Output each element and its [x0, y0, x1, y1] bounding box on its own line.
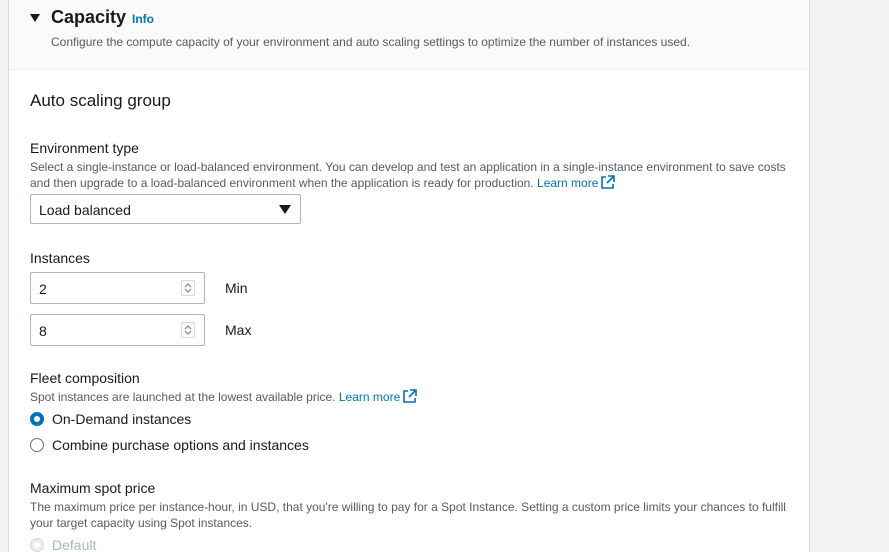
radio-button-disabled[interactable] — [30, 538, 44, 552]
radio-button[interactable] — [30, 438, 44, 452]
environment-type-help: Select a single-instance or load-balance… — [30, 159, 790, 191]
learn-more-text[interactable]: Learn more — [537, 176, 598, 190]
environment-type-select[interactable]: Load balanced — [30, 194, 301, 224]
environment-type-learn-more-link[interactable]: Learn more — [537, 175, 616, 190]
caret-down-icon[interactable] — [30, 13, 40, 23]
instances-label: Instances — [30, 250, 90, 266]
fleet-learn-more-link[interactable]: Learn more — [339, 389, 418, 404]
instances-min-label: Min — [225, 280, 248, 296]
capacity-panel: Capacity Info Configure the compute capa… — [8, 0, 810, 552]
radio-default-label[interactable]: Default — [52, 537, 96, 552]
external-link-icon — [601, 175, 616, 189]
instances-max-input[interactable]: 8 — [30, 314, 205, 346]
external-link-icon — [403, 389, 418, 403]
learn-more-text[interactable]: Learn more — [339, 390, 400, 404]
section-header[interactable]: Capacity Info Configure the compute capa… — [9, 0, 809, 70]
instances-max-value: 8 — [39, 323, 47, 339]
radio-combine-purchase-label[interactable]: Combine purchase options and instances — [52, 437, 309, 453]
instances-min-input[interactable]: 2 — [30, 272, 205, 304]
max-spot-price-help: The maximum price per instance-hour, in … — [30, 500, 786, 530]
instances-min-value: 2 — [39, 281, 47, 297]
radio-button-checked[interactable] — [30, 412, 44, 426]
fleet-composition-help: Spot instances are launched at the lowes… — [30, 389, 790, 405]
radio-on-demand-label[interactable]: On-Demand instances — [52, 411, 191, 427]
chevron-up-down-icon — [184, 283, 192, 293]
instances-max-label: Max — [225, 322, 252, 338]
auto-scaling-group-heading: Auto scaling group — [30, 91, 171, 110]
section-title: Capacity — [51, 7, 127, 27]
fleet-help-text: Spot instances are launched at the lowes… — [30, 390, 336, 404]
info-link[interactable]: Info — [132, 12, 154, 26]
environment-type-selected-value: Load balanced — [39, 202, 131, 218]
environment-type-help-text: Select a single-instance or load-balance… — [30, 160, 786, 190]
dropdown-arrow-icon — [279, 205, 291, 214]
chevron-up-down-icon — [184, 325, 192, 335]
fleet-composition-label: Fleet composition — [30, 370, 140, 386]
environment-type-label: Environment type — [30, 140, 139, 156]
stepper-icon[interactable] — [181, 322, 195, 338]
section-description: Configure the compute capacity of your e… — [51, 35, 691, 49]
max-spot-price-label: Maximum spot price — [30, 480, 156, 496]
stepper-icon[interactable] — [181, 280, 195, 296]
